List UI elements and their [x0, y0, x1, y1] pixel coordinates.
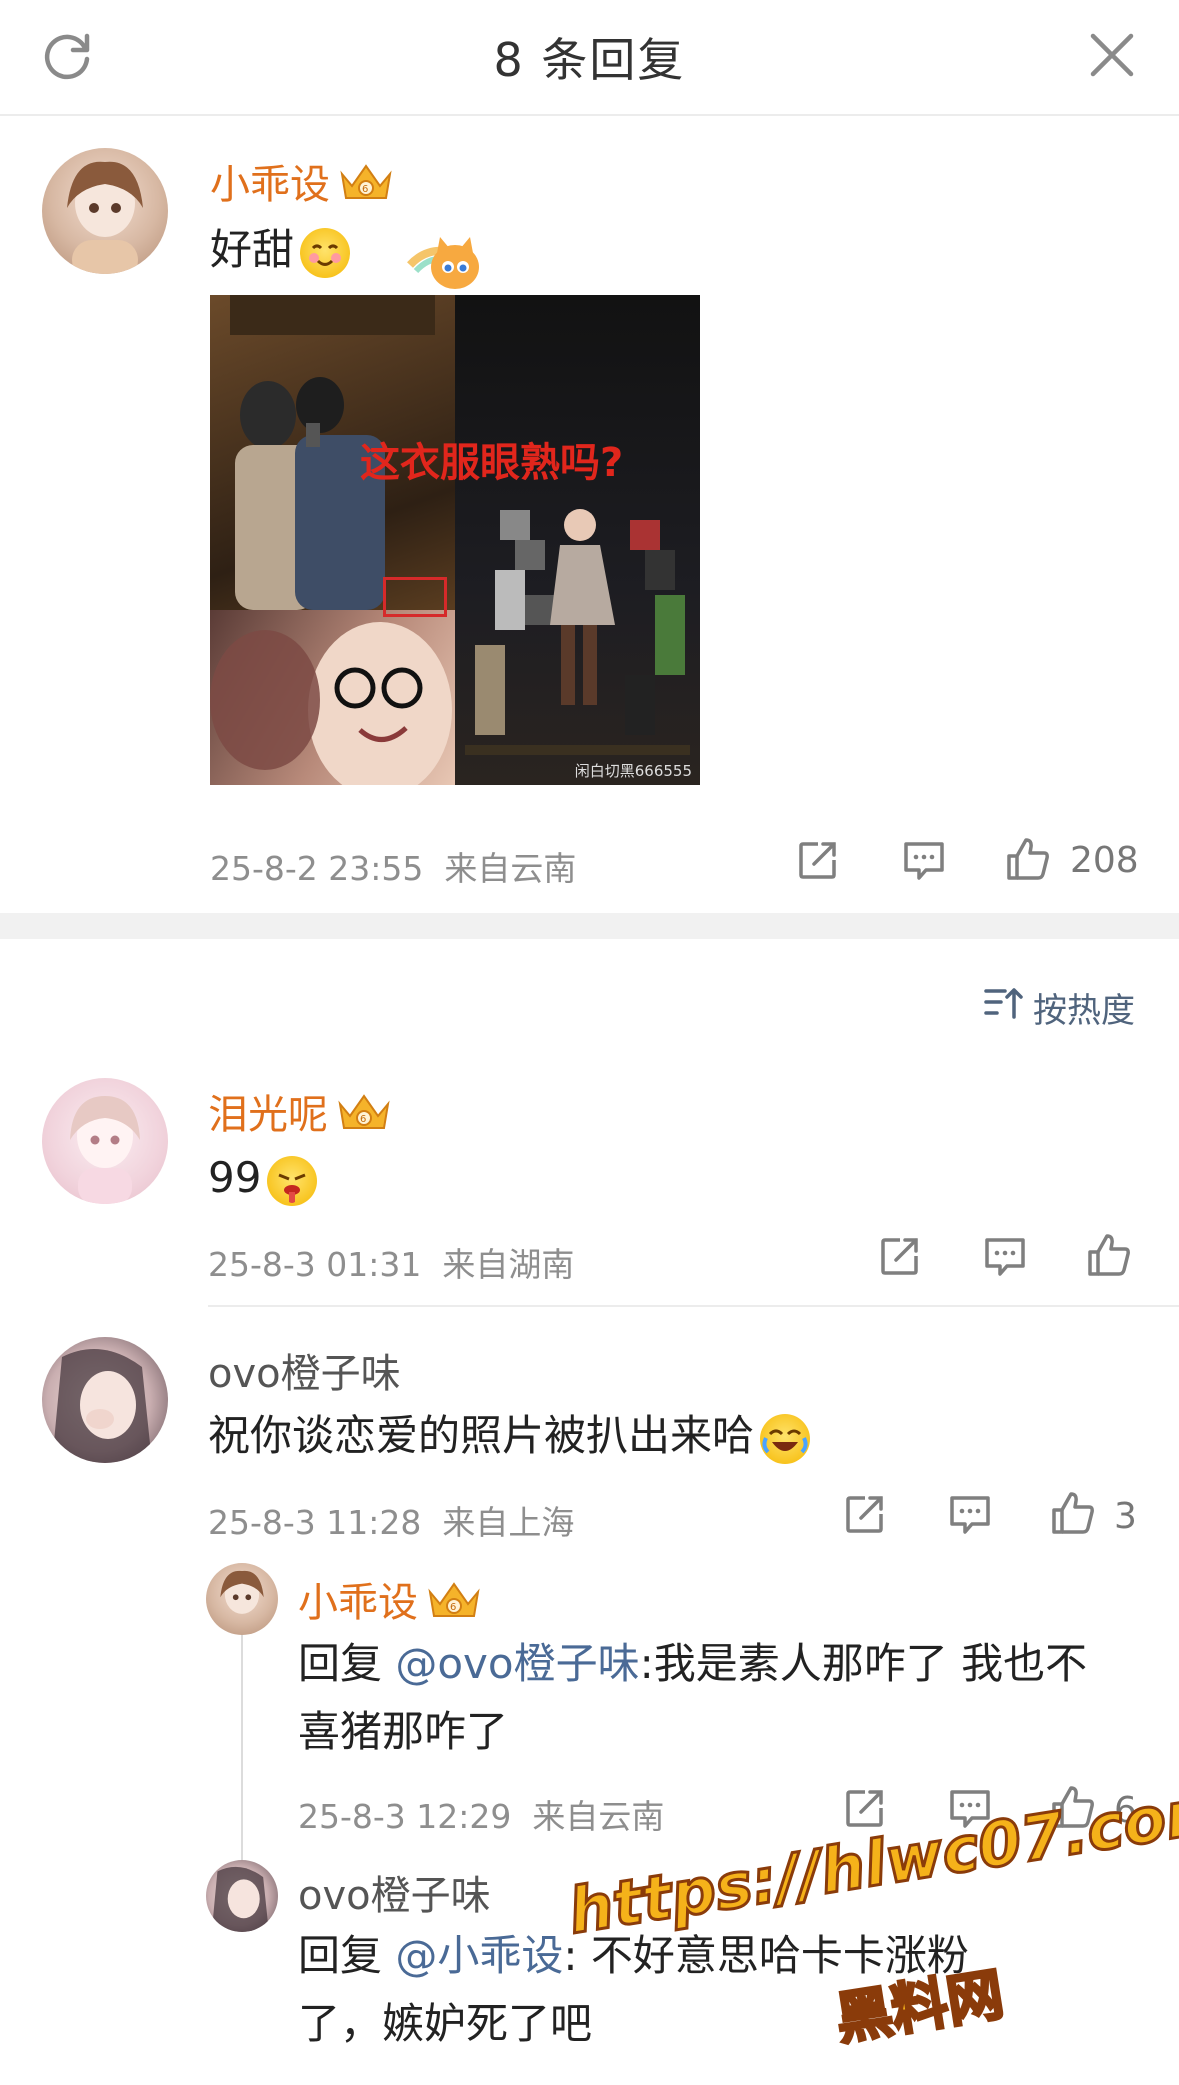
svg-text:6: 6 — [362, 184, 368, 195]
avatar[interactable] — [42, 1078, 168, 1204]
timestamp: 25-8-3 01:31 — [208, 1245, 422, 1284]
reply-meta: 25-8-3 11:28 来自上海 — [208, 1496, 574, 1544]
reply-meta: 25-8-3 01:31 来自湖南 — [208, 1238, 574, 1286]
section-divider — [0, 913, 1179, 939]
avatar[interactable] — [206, 1860, 278, 1932]
timestamp: 25-8-3 12:29 — [298, 1797, 512, 1836]
location: 来自上海 — [442, 1503, 575, 1542]
comment-icon[interactable] — [902, 840, 946, 882]
mention-link[interactable]: @ovo橙子味 — [395, 1639, 639, 1688]
reply-text: 祝你谈恋爱的照片被扒出来哈 — [208, 1402, 811, 1470]
like-count: 3 — [1114, 1496, 1137, 1537]
emoji-icon — [760, 1413, 811, 1464]
username-text[interactable]: 泪光呢 — [208, 1092, 328, 1138]
sub-reply-text: 回复 @ovo橙子味:我是素人那咋了 我也不 喜猪那咋了 — [298, 1630, 1158, 1766]
crown-icon: 6 — [336, 1090, 392, 1144]
sub-reply-meta: 25-8-3 12:29 来自云南 — [298, 1790, 664, 1838]
comment-image[interactable]: 这衣服眼熟吗? 闲白切黑666555 — [210, 295, 700, 785]
page-title: 8 条回复 — [493, 33, 686, 87]
timestamp: 25-8-3 11:28 — [208, 1503, 422, 1542]
sub-reply-text: 回复 @小乖设: 不好意思哈卡卡涨粉 了，嫉妒死了吧 — [298, 1922, 1158, 2058]
svg-text:6: 6 — [450, 1602, 456, 1613]
sort-toggle[interactable]: 按热度 — [983, 983, 1135, 1032]
refresh-icon[interactable] — [38, 26, 96, 84]
sub-reply-text-line: 了，嫉妒死了吧 — [298, 1999, 593, 2048]
highlight-box — [383, 577, 447, 617]
sub-reply-line: 回复 @ovo橙子味:我是素人那咋了 我也不 — [298, 1630, 1158, 1698]
comment-text: 好甜 — [210, 216, 351, 284]
thread-line — [241, 1635, 243, 1861]
reply-divider — [208, 1305, 1179, 1307]
sub-reply-text-line: 喜猪那咋了 — [298, 1707, 509, 1756]
share-icon[interactable] — [843, 1492, 887, 1536]
comment-meta: 25-8-2 23:55 来自云南 — [210, 842, 576, 890]
mention-link[interactable]: @小乖设 — [395, 1931, 563, 1980]
username-text[interactable]: 小乖设 — [210, 162, 330, 208]
cat-decoration-icon — [400, 225, 490, 299]
location: 来自湖南 — [442, 1245, 575, 1284]
share-icon[interactable] — [843, 1786, 887, 1830]
reply-prefix: 回复 — [298, 1931, 396, 1980]
crown-icon: 6 — [338, 160, 394, 214]
svg-text:6: 6 — [360, 1114, 366, 1125]
comment-text-content: 好甜 — [210, 225, 295, 274]
sub-reply-text-line: :我是素人那咋了 我也不 — [639, 1639, 1088, 1688]
close-icon[interactable] — [1083, 26, 1141, 84]
sort-label: 按热度 — [1033, 991, 1135, 1031]
reply-text: 99 — [208, 1144, 318, 1212]
page: 8 条回复 小乖设 6 好甜 这衣服眼熟吗? 闲白切黑666555 25-8-2 … — [0, 0, 1179, 2085]
image-overlay-text: 这衣服眼熟吗? — [360, 440, 624, 486]
header: 8 条回复 — [0, 0, 1179, 116]
comment-icon[interactable] — [983, 1236, 1027, 1278]
avatar[interactable] — [42, 1337, 168, 1463]
like-count: 208 — [1070, 840, 1139, 881]
image-panel — [455, 295, 700, 785]
reply-text-content: 祝你谈恋爱的照片被扒出来哈 — [208, 1411, 755, 1460]
avatar[interactable] — [206, 1563, 278, 1635]
emoji-icon — [300, 227, 351, 278]
like-icon[interactable] — [1005, 836, 1051, 882]
emoji-icon — [267, 1155, 318, 1206]
crown-icon: 6 — [426, 1578, 482, 1632]
username[interactable]: ovo橙子味 — [208, 1341, 401, 1399]
image-panel — [210, 610, 455, 785]
location: 来自云南 — [444, 849, 577, 888]
location: 来自云南 — [532, 1797, 665, 1836]
reply-prefix: 回复 — [298, 1639, 396, 1688]
reply-text-content: 99 — [208, 1153, 262, 1202]
avatar[interactable] — [42, 148, 168, 274]
sort-icon — [983, 985, 1023, 1030]
image-watermark: 闲白切黑666555 — [574, 762, 692, 780]
username[interactable]: 泪光呢 6 — [208, 1082, 392, 1144]
share-icon[interactable] — [796, 838, 840, 882]
share-icon[interactable] — [878, 1234, 922, 1278]
sub-reply-line: 回复 @小乖设: 不好意思哈卡卡涨粉 — [298, 1922, 1158, 1990]
username[interactable]: 小乖设 6 — [210, 152, 394, 214]
like-icon[interactable] — [1050, 1490, 1096, 1536]
timestamp: 25-8-2 23:55 — [210, 849, 424, 888]
like-icon[interactable] — [1086, 1232, 1132, 1278]
username[interactable]: 小乖设 6 — [298, 1570, 482, 1632]
username-text[interactable]: 小乖设 — [298, 1580, 418, 1626]
username[interactable]: ovo橙子味 — [298, 1863, 491, 1921]
comment-icon[interactable] — [948, 1494, 992, 1536]
